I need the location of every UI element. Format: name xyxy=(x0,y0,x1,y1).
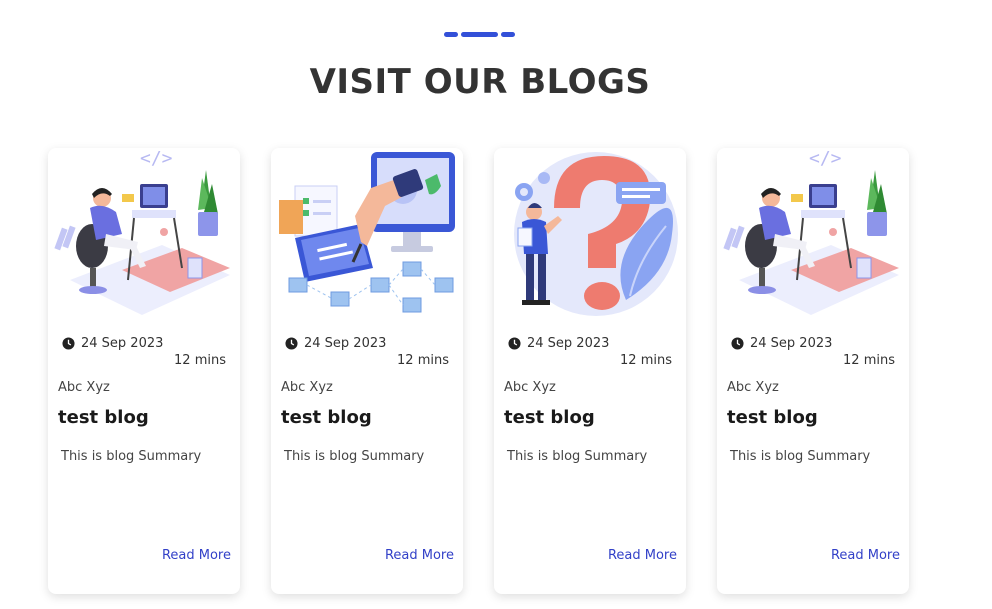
blog-card[interactable]: </> 24 Sep 2023 12 mins Abc Xyz test blo… xyxy=(717,148,909,594)
digital-signature-illustration xyxy=(279,152,455,313)
date-row: 24 Sep 2023 xyxy=(285,335,386,351)
blog-card[interactable]: 24 Sep 2023 12 mins Abc Xyz test blog Th… xyxy=(271,148,463,594)
read-more-link[interactable]: Read More xyxy=(162,548,231,563)
clock-icon xyxy=(508,336,521,350)
blog-card-image: </> xyxy=(52,150,236,320)
post-title[interactable]: test blog xyxy=(504,407,595,428)
read-time: 12 mins xyxy=(620,353,672,368)
blog-card[interactable]: </> 24 Sep 2023 12 mins Abc Xyz test blo… xyxy=(48,148,240,594)
read-time: 12 mins xyxy=(843,353,895,368)
section-divider xyxy=(444,32,516,38)
post-date: 24 Sep 2023 xyxy=(81,335,164,351)
post-date: 24 Sep 2023 xyxy=(750,335,833,351)
read-more-link[interactable]: Read More xyxy=(608,548,677,563)
question-mark-illustration xyxy=(514,152,678,316)
post-author: Abc Xyz xyxy=(727,380,779,395)
read-time: 12 mins xyxy=(397,353,449,368)
post-author: Abc Xyz xyxy=(281,380,333,395)
blog-card-image xyxy=(275,150,459,320)
clock-icon xyxy=(731,336,744,350)
date-row: 24 Sep 2023 xyxy=(731,335,832,351)
clock-icon xyxy=(62,336,75,350)
post-date: 24 Sep 2023 xyxy=(527,335,610,351)
post-author: Abc Xyz xyxy=(504,380,556,395)
blog-card[interactable]: 24 Sep 2023 12 mins Abc Xyz test blog Th… xyxy=(494,148,686,594)
post-summary: This is blog Summary xyxy=(730,449,871,464)
clock-icon xyxy=(285,336,298,350)
date-row: 24 Sep 2023 xyxy=(62,335,163,351)
read-more-link[interactable]: Read More xyxy=(831,548,900,563)
post-author: Abc Xyz xyxy=(58,380,110,395)
blog-card-list: </> 24 Sep 2023 12 mins Abc Xyz test blo… xyxy=(48,148,928,596)
date-row: 24 Sep 2023 xyxy=(508,335,609,351)
post-summary: This is blog Summary xyxy=(507,449,648,464)
post-summary: This is blog Summary xyxy=(61,449,202,464)
developer-desk-illustration: </> xyxy=(54,150,230,315)
post-title[interactable]: test blog xyxy=(58,407,149,428)
divider-segment xyxy=(501,32,515,37)
svg-text:</>: </> xyxy=(809,150,842,169)
post-date: 24 Sep 2023 xyxy=(304,335,387,351)
section-title: VISIT OUR BLOGS xyxy=(309,62,651,102)
divider-segment xyxy=(461,32,498,37)
post-summary: This is blog Summary xyxy=(284,449,425,464)
post-title[interactable]: test blog xyxy=(281,407,372,428)
blog-card-image xyxy=(498,150,682,320)
read-more-link[interactable]: Read More xyxy=(385,548,454,563)
developer-desk-illustration: </> xyxy=(723,150,899,315)
read-time: 12 mins xyxy=(174,353,226,368)
post-title[interactable]: test blog xyxy=(727,407,818,428)
divider-segment xyxy=(444,32,458,37)
blog-card-image: </> xyxy=(721,150,905,320)
svg-text:</>: </> xyxy=(140,150,173,169)
